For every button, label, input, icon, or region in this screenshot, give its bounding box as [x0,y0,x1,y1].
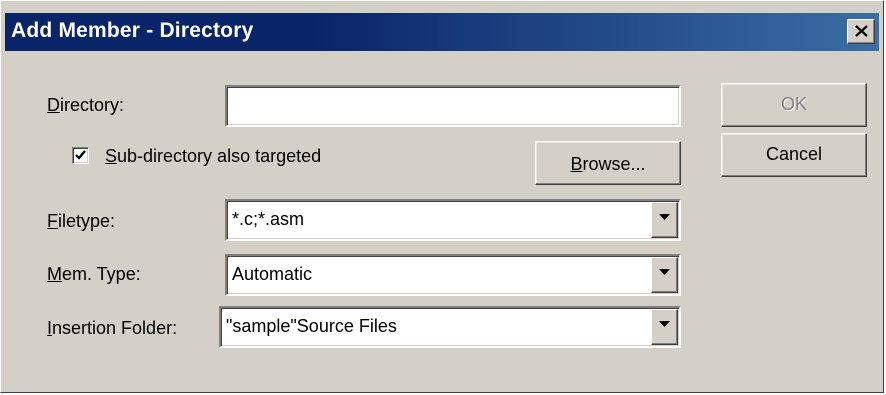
title-bar: Add Member - Directory [5,13,879,51]
mem-type-combobox[interactable]: Automatic [225,254,681,296]
chevron-down-icon [659,269,670,275]
ok-button[interactable]: OK [721,83,867,127]
checkmark-icon [75,150,86,160]
insertion-folder-label: Insertion Folder: [47,318,178,338]
filetype-value: *.c;*.asm [232,209,305,229]
add-member-dialog: Add Member - Directory Directory: Sub-di… [0,0,884,393]
mem-type-dropdown-button[interactable] [651,257,678,293]
mem-type-label: Mem. Type: [47,264,141,284]
insertion-folder-dropdown-button[interactable] [651,309,678,345]
subdirectory-label[interactable]: Sub-directory also targeted [105,146,321,167]
window-title: Add Member - Directory [11,19,254,42]
chevron-down-icon [659,214,670,220]
filetype-combobox[interactable]: *.c;*.asm [225,199,681,241]
browse-button[interactable]: Browse... [535,141,681,185]
filetype-dropdown-button[interactable] [651,202,678,238]
close-button[interactable] [847,19,875,44]
mem-type-value: Automatic [232,264,313,284]
directory-input[interactable] [225,85,681,127]
filetype-label: Filetype: [47,211,116,231]
chevron-down-icon [659,321,670,327]
insertion-folder-combobox[interactable]: "sample"Source Files [219,306,681,348]
subdirectory-checkbox[interactable] [72,147,89,164]
insertion-folder-value: "sample"Source Files [226,316,397,336]
cancel-button[interactable]: Cancel [721,133,867,177]
close-icon [855,25,868,37]
directory-label: Directory: [47,95,125,115]
